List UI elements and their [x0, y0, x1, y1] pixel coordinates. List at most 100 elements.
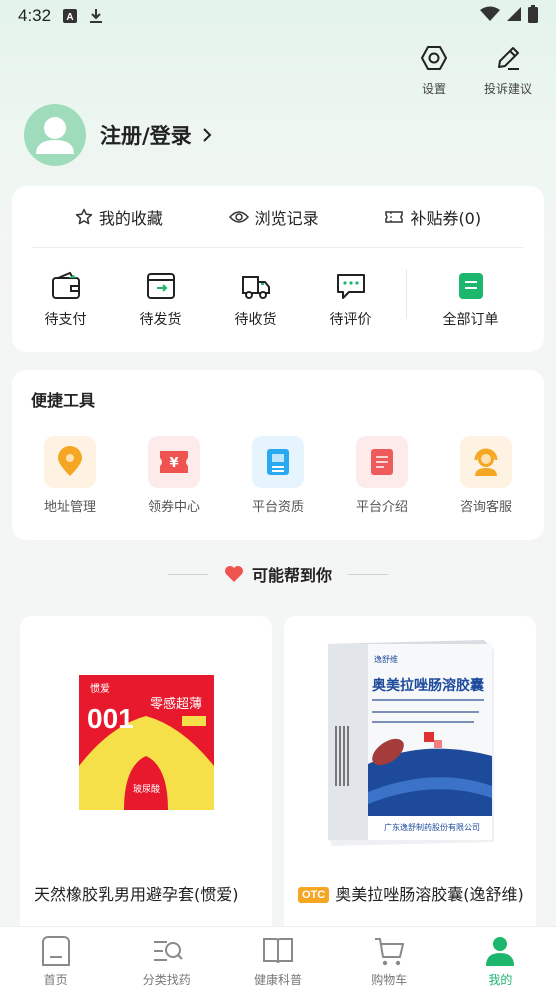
status-bar: 4:32 A	[0, 0, 556, 32]
order-status-row: 待支付 待发货 待收货 待评价 全部订单	[12, 248, 544, 352]
tool-introduction-label: 平台介绍	[355, 500, 408, 515]
top-actions: 设置 投诉建议	[406, 44, 536, 97]
recommend-title: 可能帮到你	[251, 566, 332, 585]
subsidy-coupon-label: 补贴券(0)	[410, 208, 482, 228]
orders-icon	[458, 273, 483, 299]
default-avatar-icon	[36, 117, 74, 154]
eye-icon	[228, 210, 249, 223]
order-pending-payment-label: 待支付	[44, 312, 87, 328]
product-box-brand: 惯爱	[90, 682, 110, 695]
order-all[interactable]: 全部订单	[423, 271, 518, 329]
feedback-button[interactable]: 投诉建议	[480, 44, 536, 97]
bottom-tab-bar: 首页 分类找药 健康科普 购物车 我的	[0, 926, 556, 990]
tab-health[interactable]: 健康科普	[222, 927, 333, 990]
order-pending-payment[interactable]: 待支付	[18, 271, 113, 329]
signal-icon	[506, 6, 522, 27]
edit-pen-icon	[498, 47, 519, 70]
product-box-sub: 玻尿酸	[133, 783, 160, 795]
product-card[interactable]: 逸舒维 奥美拉唑肠溶胶囊 广东逸舒制药股份有限公司 OTC 奥美拉唑肠溶胶囊(逸舒…	[284, 616, 536, 946]
tab-category-label: 分类找药	[142, 973, 191, 987]
heart-icon	[224, 566, 243, 582]
coupon-icon: ¥	[148, 436, 200, 488]
divider	[406, 269, 407, 319]
subsidy-coupon-link[interactable]: 补贴券(0)	[384, 205, 481, 229]
location-icon	[44, 436, 96, 488]
order-all-label: 全部订单	[442, 312, 499, 328]
divider-left	[167, 573, 208, 575]
book-icon	[263, 938, 293, 964]
favorites-label: 我的收藏	[98, 208, 163, 228]
tools-title: 便捷工具	[31, 391, 96, 410]
battery-icon	[528, 4, 538, 28]
product-name: OTC 奥美拉唑肠溶胶囊(逸舒维)	[298, 882, 528, 908]
chevron-right-icon	[202, 128, 212, 142]
product-image: 惯爱 001 零感超薄 玻尿酸	[79, 675, 214, 810]
product-name: 天然橡胶乳男用避孕套(惯爱)	[34, 885, 239, 904]
login-link[interactable]: 注册/登录	[100, 120, 212, 150]
history-link[interactable]: 浏览记录	[228, 205, 319, 229]
customer-service-icon	[460, 436, 512, 488]
tool-customer-service[interactable]: 咨询客服	[441, 436, 531, 515]
wallet-icon	[51, 271, 80, 299]
product-box-maker: 广东逸舒制药股份有限公司	[384, 822, 480, 832]
tool-qualification[interactable]: 平台资质	[233, 436, 323, 515]
recommend-header: 可能帮到你	[0, 562, 556, 586]
favorites-link[interactable]: 我的收藏	[75, 205, 163, 229]
tab-home[interactable]: 首页	[0, 927, 111, 990]
tab-mine[interactable]: 我的	[445, 927, 556, 990]
svg-text:A: A	[66, 12, 73, 23]
product-box-title: 奥美拉唑肠溶胶囊	[372, 677, 485, 694]
app-a-icon: A	[63, 9, 78, 23]
tab-home-label: 首页	[43, 973, 68, 987]
divider-right	[348, 573, 388, 575]
order-pending-receipt-label: 待收货	[234, 312, 277, 328]
tools-card: 便捷工具 地址管理 ¥ 领券中心 平台资质 平台介绍 咨询客服	[12, 370, 544, 540]
settings-hex-icon	[421, 46, 447, 70]
settings-label: 设置	[421, 82, 446, 96]
download-icon	[89, 8, 103, 24]
tool-coupons-label: 领券中心	[147, 500, 200, 515]
product-name-text: 奥美拉唑肠溶胶囊(逸舒维)	[335, 885, 524, 904]
svg-text:¥: ¥	[169, 456, 178, 471]
star-icon	[75, 208, 93, 224]
ticket-icon	[385, 210, 404, 223]
document-icon	[356, 436, 408, 488]
profile-section[interactable]: 注册/登录	[24, 104, 212, 166]
category-search-icon	[153, 941, 183, 961]
comment-icon	[336, 274, 365, 299]
tools-grid: 地址管理 ¥ 领券中心 平台资质 平台介绍 咨询客服	[12, 436, 544, 515]
order-pending-receipt[interactable]: 待收货	[208, 271, 303, 329]
tab-cart[interactable]: 购物车	[334, 927, 445, 990]
package-send-icon	[146, 273, 175, 299]
tab-health-label: 健康科普	[254, 973, 303, 987]
tab-category[interactable]: 分类找药	[111, 927, 222, 990]
settings-button[interactable]: 设置	[406, 44, 462, 97]
truck-icon	[241, 276, 270, 299]
otc-badge: OTC	[298, 887, 330, 903]
order-pending-shipment-label: 待发货	[139, 312, 182, 328]
product-card[interactable]: 惯爱 001 零感超薄 玻尿酸 天然橡胶乳男用避孕套(惯爱)	[20, 616, 272, 946]
feedback-label: 投诉建议	[483, 82, 532, 96]
certificate-icon	[252, 436, 304, 488]
product-box-number: 001	[87, 703, 134, 734]
orders-card: 我的收藏 浏览记录 补贴券(0) 待支付 待发货 待收货 待评价 全部订单	[12, 186, 544, 352]
tool-coupons[interactable]: ¥ 领券中心	[129, 436, 219, 515]
order-pending-review-label: 待评价	[329, 312, 372, 328]
tool-introduction[interactable]: 平台介绍	[337, 436, 427, 515]
cart-icon	[375, 938, 405, 966]
tab-mine-label: 我的	[488, 973, 513, 987]
quick-links: 我的收藏 浏览记录 补贴券(0)	[32, 186, 524, 248]
user-icon	[486, 937, 515, 966]
tool-qualification-label: 平台资质	[251, 500, 304, 515]
wifi-icon	[480, 6, 500, 27]
order-pending-shipment[interactable]: 待发货	[113, 271, 208, 329]
history-label: 浏览记录	[254, 208, 319, 228]
product-image: 逸舒维 奥美拉唑肠溶胶囊 广东逸舒制药股份有限公司	[328, 640, 494, 846]
status-time: 4:32	[18, 6, 52, 25]
tool-customer-service-label: 咨询客服	[459, 500, 512, 515]
order-pending-review[interactable]: 待评价	[303, 271, 398, 329]
product-box-slogan: 零感超薄	[150, 696, 202, 712]
avatar[interactable]	[24, 104, 86, 166]
tab-cart-label: 购物车	[371, 973, 408, 987]
tool-address[interactable]: 地址管理	[25, 436, 115, 515]
